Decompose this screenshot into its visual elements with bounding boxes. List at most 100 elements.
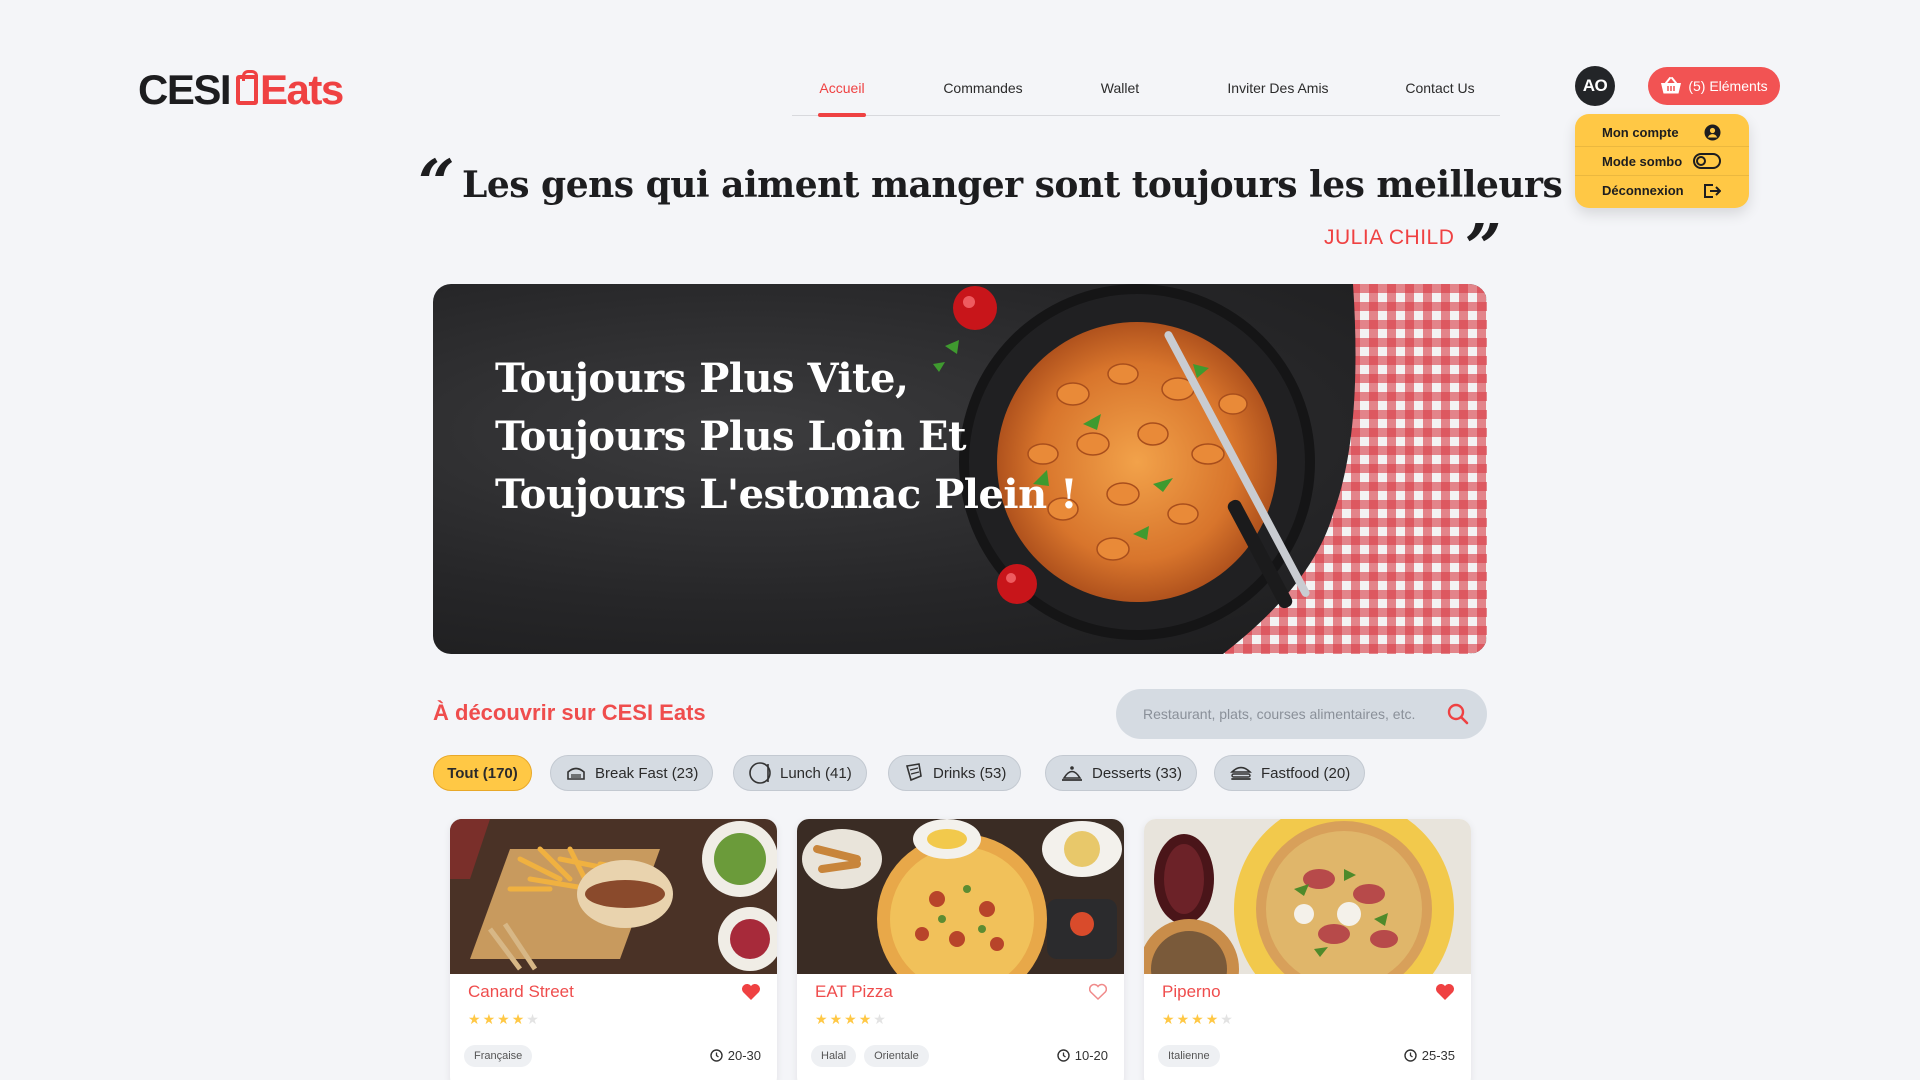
chip-lunch[interactable]: Lunch (41)	[733, 755, 867, 791]
chip-label: Tout (170)	[447, 764, 518, 782]
delivery-time-value: 20-30	[727, 1048, 761, 1063]
restaurant-name[interactable]: Canard Street	[468, 982, 574, 1002]
quote-text: Les gens qui aiment manger sont toujours…	[462, 164, 1563, 206]
search-input[interactable]	[1143, 706, 1447, 722]
rating-stars: ★ ★ ★ ★ ★	[468, 1011, 539, 1028]
user-menu: Mon compte Mode sombo Déconnexion	[1575, 114, 1749, 208]
restaurant-name[interactable]: Piperno	[1162, 982, 1221, 1002]
brand-name-part2: Eats	[236, 66, 344, 114]
heart-outline-icon[interactable]	[1088, 983, 1108, 1001]
delivery-time-value: 10-20	[1074, 1048, 1108, 1063]
nav-wallet[interactable]: Wallet	[1098, 74, 1142, 116]
restaurant-card-piperno[interactable]: Piperno ★ ★ ★ ★ ★ Italienne 25-35	[1144, 819, 1471, 1080]
hero-line: Toujours Plus Vite,	[495, 355, 909, 402]
toggle-icon[interactable]	[1693, 153, 1721, 169]
delivery-time: 25-35	[1404, 1048, 1455, 1063]
chip-label: Break Fast (23)	[595, 764, 699, 782]
chip-drinks[interactable]: Drinks (53)	[888, 755, 1022, 791]
rating-stars: ★ ★ ★ ★ ★	[815, 1011, 886, 1028]
star-icon: ★	[1162, 1011, 1175, 1027]
menu-item-label: Déconnexion	[1602, 183, 1684, 198]
cart-button[interactable]: (5) Eléments	[1648, 67, 1780, 105]
avatar[interactable]: AO	[1575, 66, 1615, 106]
cuisine-tag: Italienne	[1158, 1045, 1220, 1067]
brand-name-part1: CESI	[138, 66, 232, 113]
breakfast-icon	[567, 767, 585, 780]
chip-breakfast[interactable]: Break Fast (23)	[550, 755, 714, 791]
nav-contact-us[interactable]: Contact Us	[1402, 74, 1478, 116]
star-icon: ★	[844, 1011, 857, 1027]
star-empty-icon: ★	[873, 1011, 886, 1027]
restaurant-card-eat-pizza[interactable]: EAT Pizza ★ ★ ★ ★ ★ Halal Orientale 10-2…	[797, 819, 1124, 1080]
delivery-time-value: 25-35	[1421, 1048, 1455, 1063]
hero-banner: Toujours Plus Vite, Toujours Plus Loin E…	[433, 284, 1487, 654]
quote-open-mark: “	[418, 146, 455, 221]
desserts-icon	[1062, 766, 1082, 781]
quote-author: JULIA CHILD	[1324, 226, 1455, 249]
lunch-icon	[749, 762, 771, 784]
heart-filled-icon[interactable]	[1435, 983, 1455, 1001]
user-circle-icon	[1704, 124, 1721, 140]
delivery-time: 20-30	[710, 1048, 761, 1063]
drinks-icon	[905, 763, 922, 782]
star-empty-icon: ★	[526, 1011, 539, 1027]
quote-close-mark: „	[1466, 174, 1503, 249]
chip-fastfood[interactable]: Fastfood (20)	[1214, 755, 1366, 791]
chip-label: Drinks (53)	[933, 764, 1007, 782]
star-icon: ★	[511, 1011, 525, 1027]
clock-icon	[710, 1049, 723, 1062]
hero-line: Toujours Plus Loin Et	[495, 413, 966, 460]
star-icon: ★	[1176, 1011, 1190, 1027]
cuisine-tag: Française	[464, 1045, 533, 1067]
search-icon[interactable]	[1447, 703, 1469, 725]
fastfood-icon	[1230, 766, 1252, 780]
restaurant-card-canard-street[interactable]: Canard Street ★ ★ ★ ★ ★ Française 20-30	[450, 819, 777, 1080]
star-icon: ★	[1191, 1011, 1204, 1027]
hero-headline: Toujours Plus Vite, Toujours Plus Loin E…	[495, 350, 1078, 524]
heart-filled-icon[interactable]	[741, 983, 761, 1001]
menu-item-mon-compte[interactable]: Mon compte	[1575, 118, 1749, 147]
chip-tout[interactable]: Tout (170)	[433, 755, 532, 791]
discover-title: À découvrir sur CESI Eats	[433, 700, 706, 725]
cuisine-tag: Orientale	[864, 1045, 929, 1067]
main-nav: Accueil Commandes Wallet Inviter Des Ami…	[792, 74, 1500, 117]
restaurant-photo	[450, 819, 777, 974]
chip-label: Desserts (33)	[1092, 764, 1183, 782]
star-icon: ★	[468, 1011, 481, 1027]
delivery-time: 10-20	[1057, 1048, 1108, 1063]
star-icon: ★	[1205, 1011, 1219, 1027]
menu-item-label: Mode sombo	[1602, 153, 1683, 169]
star-icon: ★	[858, 1011, 872, 1027]
hero-line: Toujours L'estomac Plein !	[495, 471, 1078, 518]
menu-item-mode-sombre[interactable]: Mode sombo	[1575, 147, 1749, 176]
search-bar	[1116, 689, 1487, 739]
restaurant-name[interactable]: EAT Pizza	[815, 982, 893, 1002]
rating-stars: ★ ★ ★ ★ ★	[1162, 1011, 1233, 1028]
cuisine-tags: Italienne	[1158, 1045, 1220, 1067]
menu-item-label: Mon compte	[1602, 124, 1679, 140]
cart-label: (5) Eléments	[1688, 78, 1768, 94]
star-icon: ★	[815, 1011, 828, 1027]
nav-commandes[interactable]: Commandes	[940, 74, 1026, 116]
restaurant-photo	[1144, 819, 1471, 974]
quote: “ Les gens qui aiment manger sont toujou…	[418, 152, 1563, 244]
star-empty-icon: ★	[1220, 1011, 1233, 1027]
nav-inviter-des-amis[interactable]: Inviter Des Amis	[1226, 74, 1330, 116]
clock-icon	[1404, 1049, 1417, 1062]
cuisine-tag: Halal	[811, 1045, 857, 1067]
bag-icon	[236, 70, 259, 105]
nav-accueil[interactable]: Accueil	[818, 74, 866, 117]
star-icon: ★	[482, 1011, 496, 1027]
clock-icon	[1057, 1049, 1070, 1062]
chip-desserts[interactable]: Desserts (33)	[1045, 755, 1198, 791]
brand-logo[interactable]: CESI Eats	[138, 66, 344, 114]
chip-label: Fastfood (20)	[1261, 764, 1351, 782]
restaurant-photo	[797, 819, 1124, 974]
star-icon: ★	[829, 1011, 843, 1027]
chip-label: Lunch (41)	[780, 764, 852, 782]
star-icon: ★	[497, 1011, 510, 1027]
menu-item-deconnexion[interactable]: Déconnexion	[1575, 176, 1749, 205]
cuisine-tags: Française	[464, 1045, 533, 1067]
logout-icon	[1704, 183, 1721, 198]
basket-icon	[1661, 77, 1682, 94]
